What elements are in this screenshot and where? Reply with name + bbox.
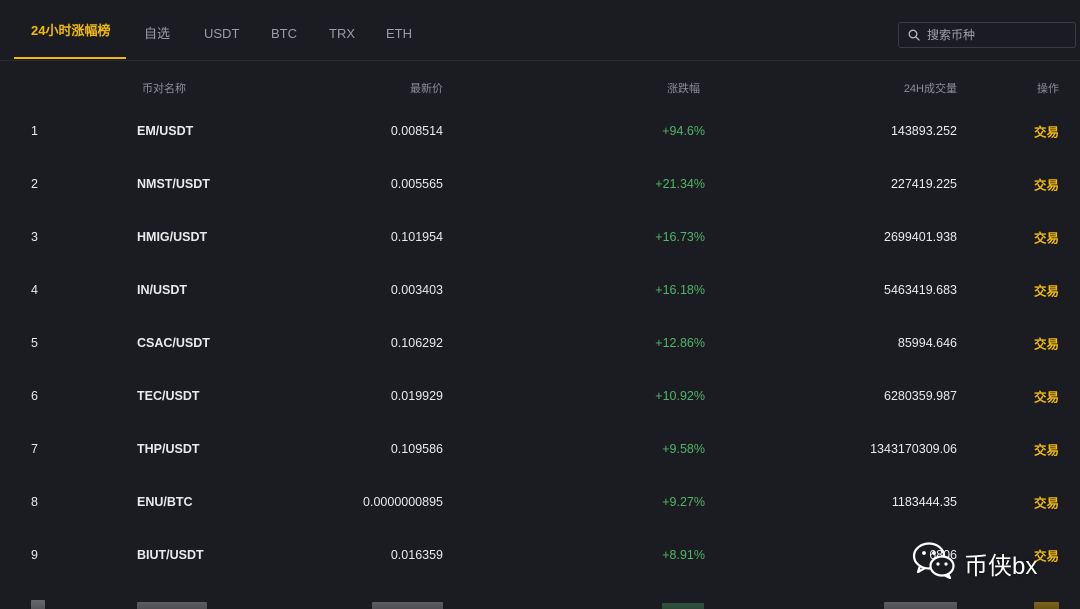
row-change: +10.92% xyxy=(655,389,705,404)
row-price: 0.109586 xyxy=(390,442,443,457)
row-pair: THP/USDT xyxy=(137,442,200,457)
tab-btc[interactable]: BTC xyxy=(271,0,297,60)
row-volume: 1183444.35 xyxy=(891,495,957,510)
tab-usdt[interactable]: USDT xyxy=(204,0,239,60)
row-volume: 227419.225 xyxy=(890,176,957,191)
trade-button[interactable]: 交易 xyxy=(1034,280,1059,299)
row-index: 6 xyxy=(31,389,38,404)
table-row[interactable]: 8 ENU/BTC 0.0000000895 +9.27% 1183444.35 交易 xyxy=(0,476,1080,529)
tab-24h-gainers[interactable]: 24小时涨幅榜 xyxy=(31,0,110,58)
row-change: +12.86% xyxy=(655,335,705,350)
row-change: +16.18% xyxy=(655,282,705,297)
trade-button[interactable]: 交易 xyxy=(1034,493,1059,512)
tab-favorites[interactable]: 自选 xyxy=(144,0,170,60)
market-tab-bar: 24小时涨幅榜 自选 USDT BTC TRX ETH xyxy=(0,0,1080,61)
row-pair: CSAC/USDT xyxy=(137,335,210,350)
partial-pair-glyph xyxy=(137,602,207,609)
trade-button[interactable]: 交易 xyxy=(1034,440,1059,459)
market-page: 24小时涨幅榜 自选 USDT BTC TRX ETH 币对名称 最新价 涨跌幅… xyxy=(0,0,1080,609)
header-pair: 币对名称 xyxy=(142,83,186,95)
row-change: +94.6% xyxy=(662,123,705,138)
row-index: 8 xyxy=(31,495,38,510)
row-price: 0.101954 xyxy=(390,229,443,244)
row-price: 0.0000000895 xyxy=(363,495,443,510)
table-row[interactable]: 4 IN/USDT 0.003403 +16.18% 5463419.683 交易 xyxy=(0,263,1080,316)
table-row[interactable]: 3 HMIG/USDT 0.101954 +16.73% 2699401.938 交易 xyxy=(0,210,1080,263)
row-price: 0.016359 xyxy=(390,548,443,563)
row-change: +16.73% xyxy=(655,229,705,244)
trade-button[interactable]: 交易 xyxy=(1034,546,1059,565)
tab-eth[interactable]: ETH xyxy=(386,0,412,60)
row-price: 0.008514 xyxy=(390,123,443,138)
row-volume: 2699401.938 xyxy=(884,229,957,244)
row-change: +9.58% xyxy=(662,442,705,457)
row-pair: HMIG/USDT xyxy=(137,229,208,244)
partial-action-glyph xyxy=(1034,602,1059,609)
partial-volume-glyph xyxy=(884,602,957,609)
row-pair: IN/USDT xyxy=(137,282,187,297)
header-action: 操作 xyxy=(1037,83,1059,95)
partial-index-glyph xyxy=(31,600,45,609)
row-pair: BIUT/USDT xyxy=(137,548,204,563)
table-row[interactable]: 7 THP/USDT 0.109586 +9.58% 1343170309.06 交易 xyxy=(0,423,1080,476)
table-header: 币对名称 最新价 涨跌幅 24H成交量 操作 xyxy=(0,80,1080,102)
row-index: 9 xyxy=(31,548,38,563)
row-index: 2 xyxy=(31,176,38,191)
table-row[interactable]: 5 CSAC/USDT 0.106292 +12.86% 85994.646 交易 xyxy=(0,316,1080,369)
trade-button[interactable]: 交易 xyxy=(1034,174,1059,193)
active-tab-indicator xyxy=(14,57,126,59)
row-change: +21.34% xyxy=(655,176,705,191)
row-pair: ENU/BTC xyxy=(137,495,193,510)
header-volume: 24H成交量 xyxy=(903,83,957,95)
search-icon xyxy=(908,29,920,41)
row-volume: 1343170309.06 xyxy=(870,442,957,457)
table-row[interactable]: 6 TEC/USDT 0.019929 +10.92% 6280359.987 交易 xyxy=(0,369,1080,422)
table-row[interactable]: 9 BIUT/USDT 0.016359 +8.91% 6806 交易 xyxy=(0,529,1080,582)
row-price: 0.019929 xyxy=(390,389,443,404)
row-index: 4 xyxy=(31,282,38,297)
table-row[interactable]: 2 NMST/USDT 0.005565 +21.34% 227419.225 交易 xyxy=(0,157,1080,210)
row-change: +8.91% xyxy=(662,548,705,563)
search-box[interactable] xyxy=(898,22,1076,48)
row-pair: EM/USDT xyxy=(137,123,194,138)
partial-change-glyph xyxy=(662,603,704,609)
trade-button[interactable]: 交易 xyxy=(1034,333,1059,352)
table-row-partial xyxy=(0,600,1080,609)
row-index: 5 xyxy=(31,335,38,350)
trade-button[interactable]: 交易 xyxy=(1034,121,1059,140)
partial-price-glyph xyxy=(372,602,443,609)
row-index: 7 xyxy=(31,442,38,457)
search-input[interactable] xyxy=(927,25,1067,45)
header-change: 涨跌幅 xyxy=(667,83,700,95)
row-volume: 143893.252 xyxy=(890,123,957,138)
trade-button[interactable]: 交易 xyxy=(1034,227,1059,246)
row-pair: NMST/USDT xyxy=(137,176,210,191)
tab-trx[interactable]: TRX xyxy=(329,0,355,60)
row-index: 1 xyxy=(31,123,38,138)
header-price: 最新价 xyxy=(410,83,443,95)
row-price: 0.005565 xyxy=(390,176,443,191)
trade-button[interactable]: 交易 xyxy=(1034,387,1059,406)
row-price: 0.106292 xyxy=(390,335,443,350)
row-volume: 5463419.683 xyxy=(884,282,957,297)
row-volume: 6806 xyxy=(929,548,957,563)
table-row[interactable]: 1 EM/USDT 0.008514 +94.6% 143893.252 交易 xyxy=(0,104,1080,157)
row-volume: 85994.646 xyxy=(897,335,957,350)
row-index: 3 xyxy=(31,229,38,244)
row-change: +9.27% xyxy=(662,495,705,510)
row-pair: TEC/USDT xyxy=(137,389,200,404)
row-volume: 6280359.987 xyxy=(884,389,957,404)
market-table-body: 1 EM/USDT 0.008514 +94.6% 143893.252 交易 2 NMST/… xyxy=(0,104,1080,582)
row-price: 0.003403 xyxy=(390,282,443,297)
